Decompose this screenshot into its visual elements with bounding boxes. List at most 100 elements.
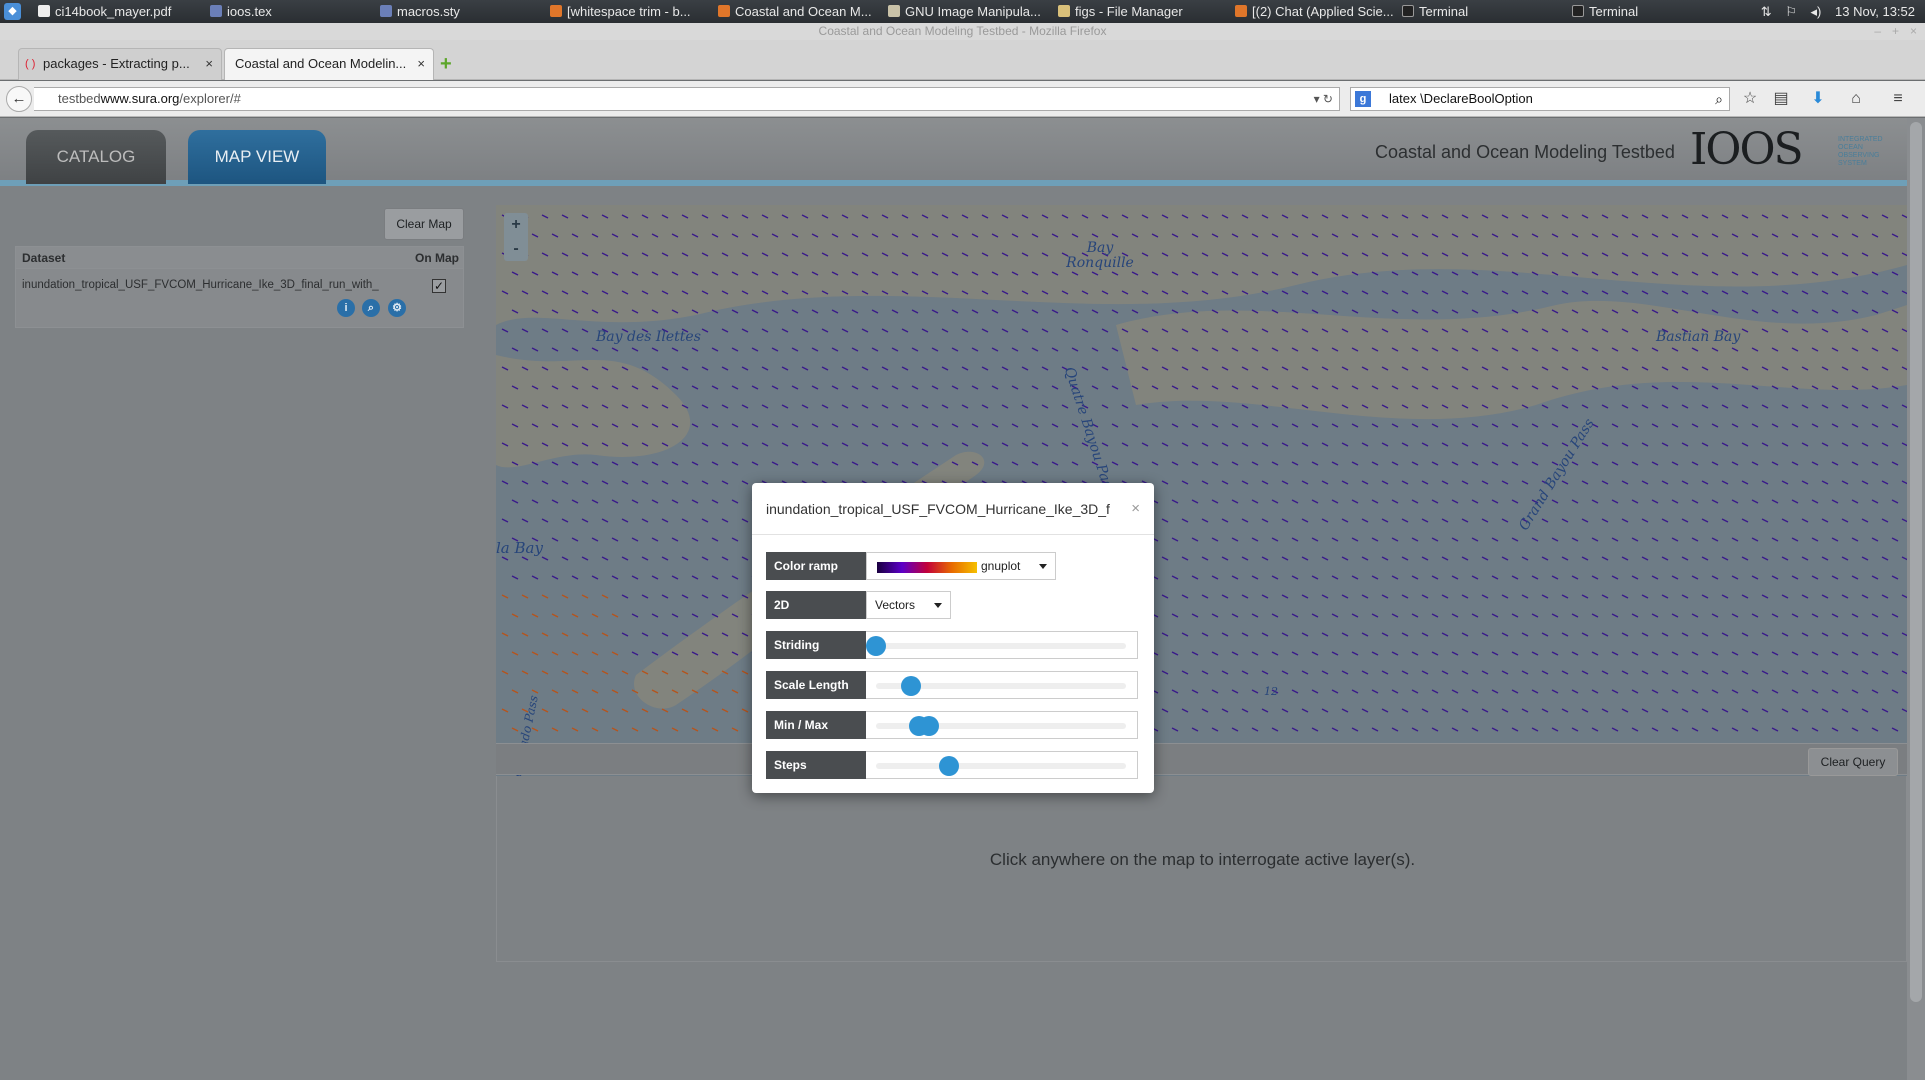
browser-tab[interactable]: ( ) packages - Extracting p... × — [18, 48, 222, 80]
network-icon[interactable]: ⇅ — [1761, 4, 1772, 19]
dialog-divider — [752, 534, 1154, 535]
taskbar-item[interactable]: Coastal and Ocean M... — [718, 0, 878, 23]
query-toolbar — [496, 743, 1907, 775]
slider-handle[interactable] — [866, 636, 886, 656]
search-icon[interactable]: ⌕ — [1715, 88, 1723, 110]
tab-catalog[interactable]: CATALOG — [26, 130, 166, 184]
home-icon[interactable]: ⌂ — [1846, 89, 1866, 109]
window-title-bar: Coastal and Ocean Modeling Testbed - Moz… — [0, 23, 1925, 40]
slider-track — [876, 643, 1126, 649]
settings-gear-icon[interactable]: ⚙ — [388, 299, 406, 317]
slider-track — [876, 763, 1126, 769]
map-label: Bay des Ilettes — [596, 329, 701, 345]
steps-label: Steps — [766, 751, 866, 779]
query-message: Click anywhere on the map to interrogate… — [989, 850, 1416, 869]
new-tab-icon[interactable]: + — [440, 54, 460, 74]
search-bar[interactable]: g latex \DeclareBoolOption ⌕ — [1350, 87, 1730, 111]
reload-icon[interactable]: ▾ ↻ — [1314, 88, 1333, 110]
bookmark-star-icon[interactable]: ☆ — [1740, 89, 1760, 109]
google-icon[interactable]: g — [1355, 91, 1371, 107]
browser-tab-active[interactable]: Coastal and Ocean Modelin... × — [224, 48, 434, 80]
taskbar-item[interactable]: Terminal — [1402, 0, 1552, 23]
document-icon — [38, 5, 50, 17]
url-bar[interactable]: testbedwww.sura.org/explorer/# ▾ ↻ — [34, 87, 1340, 111]
striding-row: Striding — [766, 631, 1138, 659]
clear-map-button[interactable]: Clear Map — [384, 208, 464, 240]
layer-style-dialog: inundation_tropical_USF_FVCOM_Hurricane_… — [752, 483, 1154, 793]
query-panel: Click anywhere on the map to interrogate… — [496, 776, 1907, 962]
tab-map-view[interactable]: MAP VIEW — [188, 130, 326, 184]
info-icon[interactable]: i — [337, 299, 355, 317]
gimp-icon — [888, 5, 900, 17]
max-handle[interactable] — [918, 716, 939, 736]
taskbar-item[interactable]: ci14book_mayer.pdf — [38, 0, 188, 23]
zoom-out-button[interactable]: - — [504, 237, 528, 261]
steps-row: Steps — [766, 751, 1138, 779]
back-icon[interactable]: ← — [6, 86, 32, 112]
taskbar-item[interactable]: macros.sty — [380, 0, 530, 23]
firefox-icon — [718, 5, 730, 17]
col-dataset: Dataset — [22, 251, 66, 265]
terminal-icon — [1402, 5, 1414, 17]
window-title: Coastal and Ocean Modeling Testbed - Moz… — [818, 24, 1107, 38]
mode-2d-select[interactable]: Vectors — [866, 591, 951, 619]
on-map-checkbox[interactable]: ✓ — [432, 279, 446, 293]
bookmarks-list-icon[interactable]: ▤ — [1771, 89, 1791, 109]
menu-icon[interactable]: ≡ — [1888, 89, 1908, 109]
mode-2d-label: 2D — [766, 591, 866, 619]
mode-2d-row: 2D Vectors — [766, 591, 1138, 619]
zoom-in-button[interactable]: + — [504, 213, 528, 237]
slider-handle[interactable] — [901, 676, 921, 696]
col-on-map: On Map — [415, 251, 459, 265]
scrollbar-thumb[interactable] — [1910, 122, 1922, 1002]
clock[interactable]: 13 Nov, 13:52 — [1835, 4, 1915, 19]
map-label: Bay Ronquille — [1066, 240, 1134, 271]
map-label: la Bay — [496, 539, 543, 557]
color-ramp-row: Color ramp gnuplot — [766, 552, 1138, 580]
firefox-icon — [550, 5, 562, 17]
scale-length-slider[interactable] — [866, 671, 1138, 699]
menu-icon[interactable]: ◆ — [4, 3, 21, 20]
taskbar-item[interactable]: GNU Image Manipula... — [888, 0, 1053, 23]
editor-icon — [210, 5, 222, 17]
taskbar-item[interactable]: ioos.tex — [210, 0, 340, 23]
download-icon[interactable]: ⬇ — [1808, 89, 1828, 109]
folder-icon — [1058, 5, 1070, 17]
maximize-icon[interactable]: + — [1892, 23, 1899, 40]
zoom-to-icon[interactable]: ⌕ — [362, 299, 380, 317]
taskbar-item[interactable]: figs - File Manager — [1058, 0, 1228, 23]
scale-length-row: Scale Length — [766, 671, 1138, 699]
minimize-icon[interactable]: – — [1874, 23, 1881, 40]
terminal-icon — [1572, 5, 1584, 17]
dataset-name[interactable]: inundation_tropical_USF_FVCOM_Hurricane_… — [22, 279, 407, 291]
taskbar-item[interactable]: Terminal — [1572, 0, 1722, 23]
color-ramp-select[interactable]: gnuplot — [866, 552, 1056, 580]
dialog-title: inundation_tropical_USF_FVCOM_Hurricane_… — [766, 501, 1110, 517]
ioos-logo: IOOS INTEGRATED OCEAN OBSERVING SYSTEM — [1690, 124, 1883, 175]
taskbar-item[interactable]: [whitespace trim - b... — [550, 0, 710, 23]
browser-tab-bar: ( ) packages - Extracting p... × Coastal… — [0, 40, 1925, 80]
close-tab-icon[interactable]: × — [205, 49, 213, 79]
striding-slider[interactable] — [866, 631, 1138, 659]
close-window-icon[interactable]: × — [1910, 23, 1917, 40]
min-max-row: Min / Max — [766, 711, 1138, 739]
color-ramp-label: Color ramp — [766, 552, 866, 580]
page-scrollbar[interactable] — [1907, 118, 1925, 1080]
min-max-label: Min / Max — [766, 711, 866, 739]
code-icon: ( ) — [25, 58, 36, 70]
map-label: Bastian Bay — [1656, 329, 1741, 345]
clear-query-button[interactable]: Clear Query — [1808, 748, 1898, 776]
volume-icon[interactable]: ◂) — [1811, 4, 1822, 19]
zoom-control: + - — [504, 213, 528, 261]
map-label: 12 — [1264, 685, 1278, 698]
signal-icon[interactable]: ⚐ — [1785, 4, 1797, 19]
chevron-down-icon — [1039, 564, 1047, 569]
steps-slider[interactable] — [866, 751, 1138, 779]
taskbar-item[interactable]: [(2) Chat (Applied Scie... — [1235, 0, 1395, 23]
striding-label: Striding — [766, 631, 866, 659]
slider-handle[interactable] — [938, 756, 959, 776]
close-tab-icon[interactable]: × — [417, 49, 425, 79]
close-icon[interactable]: × — [1131, 500, 1140, 517]
chevron-down-icon — [934, 603, 942, 608]
min-max-slider[interactable] — [866, 711, 1138, 739]
